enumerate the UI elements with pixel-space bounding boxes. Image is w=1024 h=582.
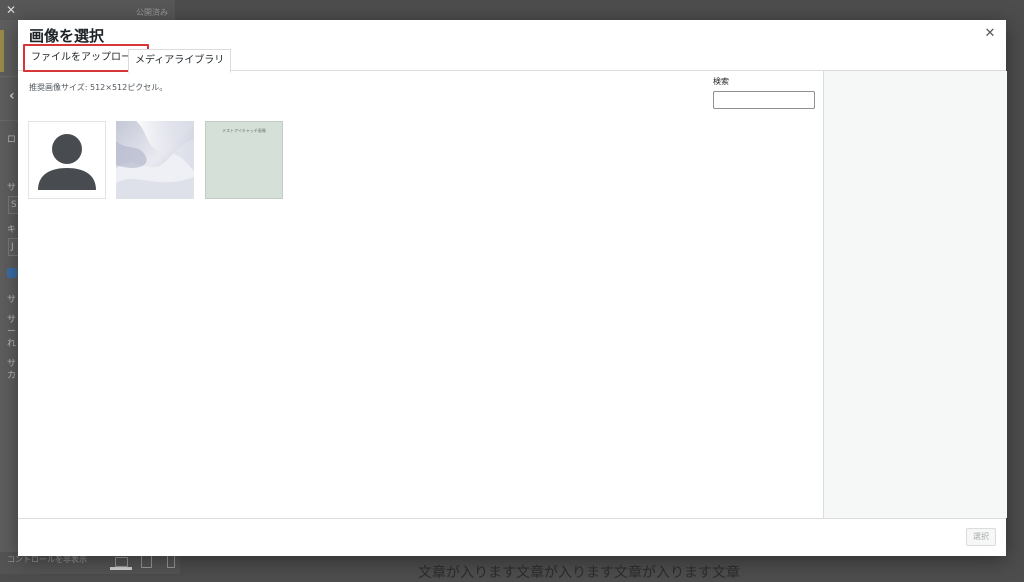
customizer-close-icon[interactable]: ✕ [6,3,16,17]
media-thumbnail[interactable]: テストアイキャッチ画像 [205,121,283,199]
back-chevron-icon[interactable]: ‹ [9,88,15,104]
footer-divider [18,518,1006,519]
thumbnail-caption: テストアイキャッチ画像 [222,128,266,133]
notice-accent [0,30,4,72]
sidebar-fragment: S [11,200,17,210]
tab-media-library[interactable]: メディアライブラリ [128,49,232,73]
sidebar-fragment: ロ [7,135,17,145]
media-thumbnail[interactable] [116,121,194,199]
tablet-preview-icon[interactable] [141,555,152,568]
abstract-wave-image [116,121,194,199]
saved-status: 公開済み [136,8,168,17]
sidebar-checkbox[interactable] [7,268,17,278]
sidebar-fragment: れ [7,339,17,349]
sidebar-fragment: サ [7,295,17,305]
search-label: 検索 [713,77,729,86]
close-icon[interactable]: ✕ [982,26,998,42]
sidebar-fragment: サ [7,183,17,193]
media-modal: 画像を選択 ✕ ファイルをアップロード メディアライブラリ 推奨画像サイズ: 5… [18,20,1007,556]
attachment-details-panel [823,71,1007,518]
mobile-preview-icon[interactable] [167,555,175,568]
sidebar-fragment: J [11,242,14,252]
sidebar-fragment: キ [7,225,17,235]
preview-body-text: 文章が入ります文章が入ります文章が入ります文章 [418,565,740,581]
search-input[interactable] [713,91,815,109]
sidebar-fragment: カ [7,371,17,381]
active-device-indicator [110,567,132,570]
media-thumbnail[interactable] [28,121,106,199]
modal-title: 画像を選択 [29,27,105,45]
desktop-preview-icon[interactable] [115,557,128,567]
person-avatar-icon [38,134,96,190]
recommended-size-note: 推奨画像サイズ: 512×512ピクセル。 [29,83,168,92]
select-button[interactable]: 選択 [966,528,996,546]
